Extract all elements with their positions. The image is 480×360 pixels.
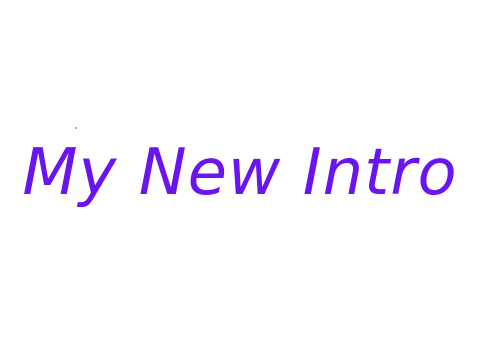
- stray-dot: [75, 127, 77, 129]
- intro-title: My New Intro: [22, 136, 458, 210]
- intro-canvas: My New Intro: [0, 0, 480, 360]
